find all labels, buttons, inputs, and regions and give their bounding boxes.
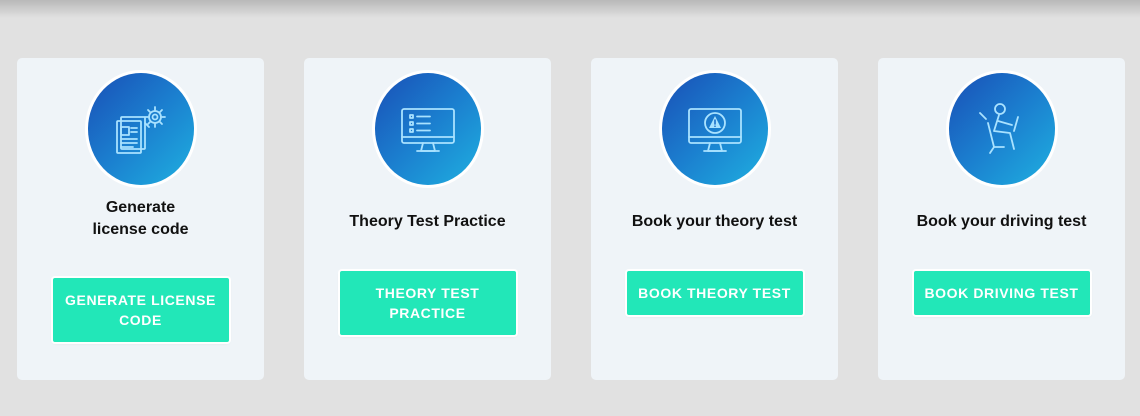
card-theory-test-practice: Theory Test Practice THEORY TEST PRACTIC… xyxy=(304,58,551,380)
theory-test-practice-button[interactable]: THEORY TEST PRACTICE xyxy=(339,271,516,335)
license-code-gear-icon xyxy=(87,73,194,185)
card-book-driving-test: Book your driving test BOOK DRIVING TEST xyxy=(878,58,1125,380)
card-title-line-1: Generate xyxy=(105,199,176,216)
card-book-theory-test: Book your theory test BOOK THEORY TEST xyxy=(591,58,838,380)
monitor-checklist-icon xyxy=(374,73,481,185)
header-shadow xyxy=(0,0,1140,18)
card-generate-license-code: Generate license code GENERATE LICENSE C… xyxy=(17,58,264,380)
driver-steering-wheel-icon xyxy=(948,73,1055,185)
card-title-line-2: license code xyxy=(92,221,189,238)
generate-license-code-button[interactable]: GENERATE LICENSE CODE xyxy=(52,278,229,342)
card-title: Book your theory test xyxy=(631,213,798,230)
card-title: Generate license code xyxy=(27,197,254,241)
book-theory-test-button[interactable]: BOOK THEORY TEST xyxy=(626,271,803,315)
card-title: Book your driving test xyxy=(916,213,1087,230)
monitor-warning-icon xyxy=(661,73,768,185)
book-driving-test-button[interactable]: BOOK DRIVING TEST xyxy=(913,271,1090,315)
card-title: Theory Test Practice xyxy=(349,213,506,230)
